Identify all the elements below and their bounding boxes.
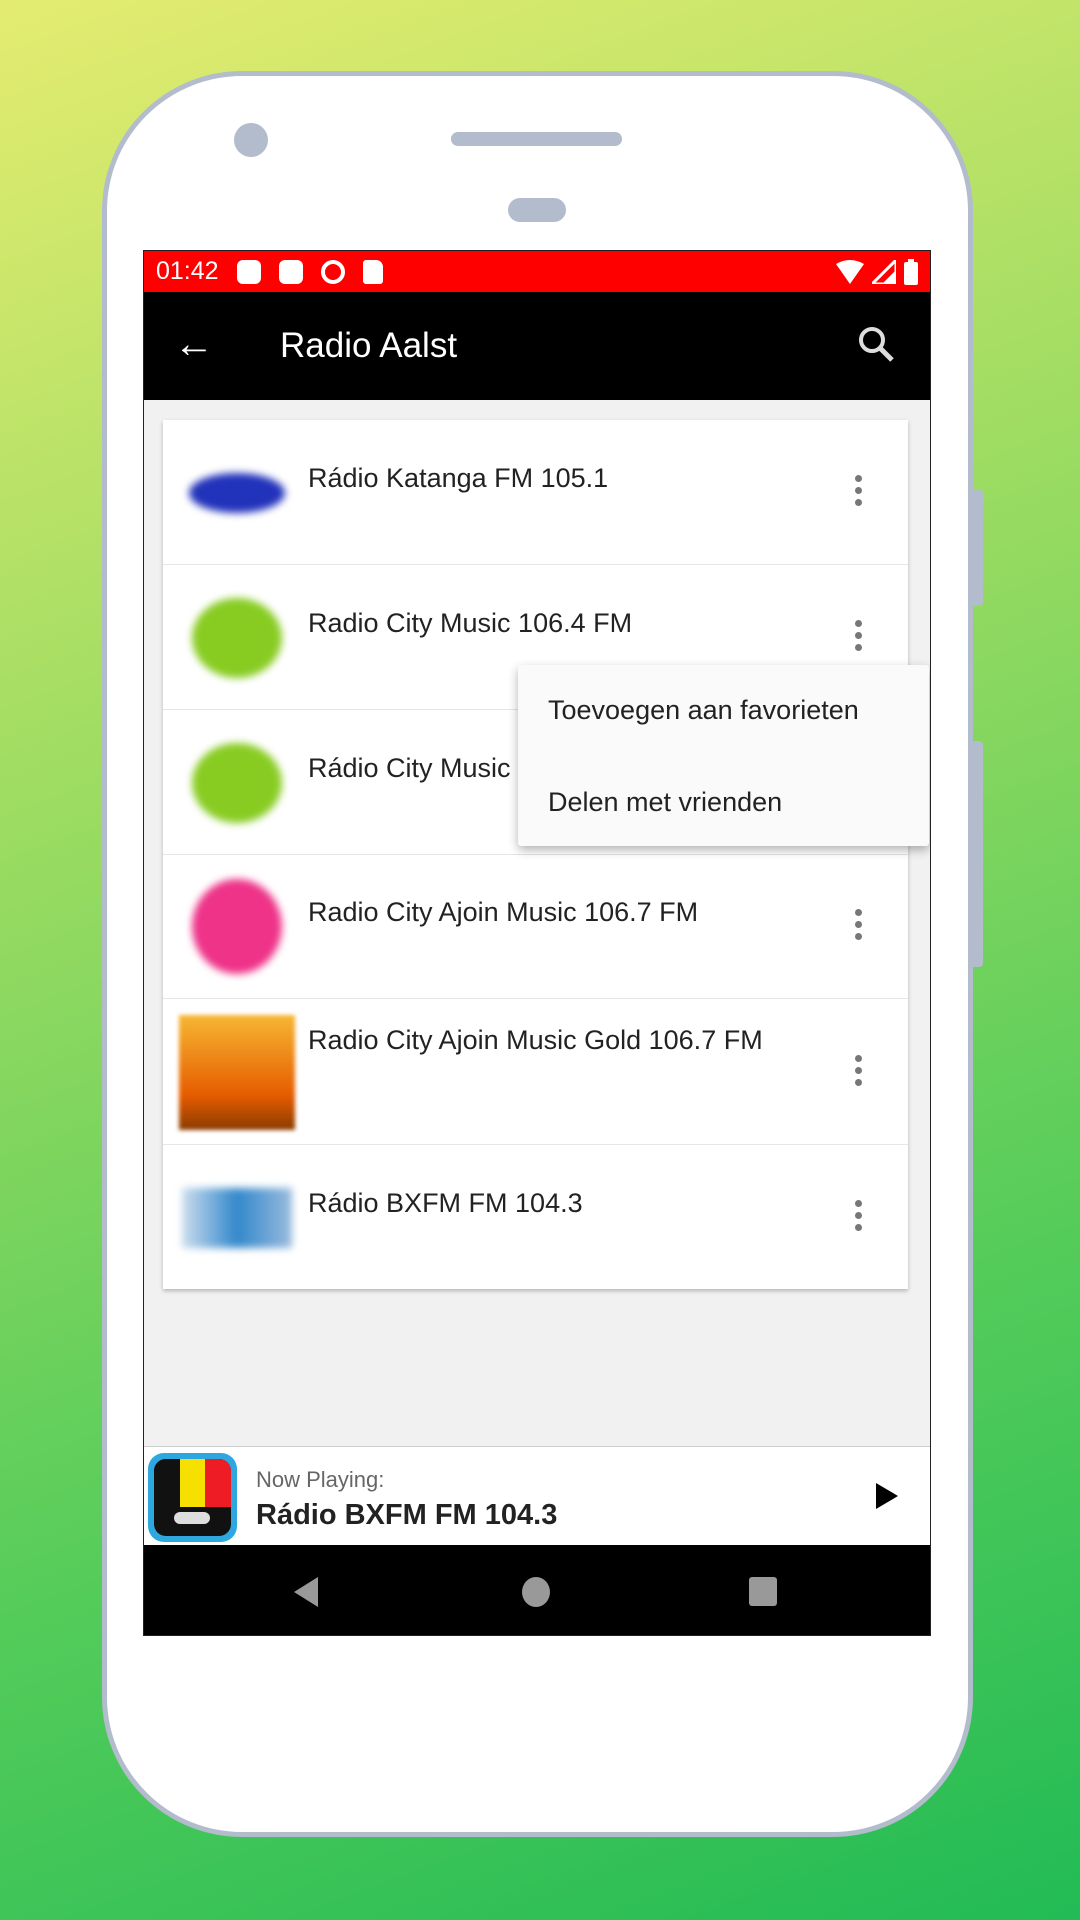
menu-item-share[interactable]: Delen met vrienden: [548, 787, 782, 818]
station-row[interactable]: Radio City Ajoin Music 106.7 FM: [163, 854, 908, 999]
app-toolbar: ← Radio Aalst: [144, 292, 930, 400]
now-playing-title: Rádio BXFM FM 104.3: [256, 1499, 558, 1531]
wifi-icon: [836, 259, 864, 284]
volume-button: [973, 490, 983, 606]
context-menu: Toevoegen aan favorieten Delen met vrien…: [518, 665, 929, 846]
station-row[interactable]: Radio City Ajoin Music Gold 106.7 FM: [163, 1000, 908, 1145]
notification-icon: [278, 259, 303, 284]
system-nav-bar: [144, 1545, 930, 1635]
speaker-grille: [451, 132, 622, 146]
menu-item-add-favorites[interactable]: Toevoegen aan favorieten: [548, 695, 859, 726]
station-name: Radio City Ajoin Music Gold 106.7 FM: [308, 1025, 763, 1055]
now-playing-bar[interactable]: Now Playing: Rádio BXFM FM 104.3: [144, 1446, 930, 1545]
more-options-icon[interactable]: [852, 1055, 864, 1086]
more-options-icon[interactable]: [852, 620, 864, 651]
station-logo: [179, 585, 295, 690]
station-name: Radio City Music 106.4 FM: [308, 608, 633, 638]
app-logo: [148, 1453, 237, 1542]
station-logo: [179, 874, 295, 979]
station-row[interactable]: Rádio Katanga FM 105.1: [163, 420, 908, 565]
arrow-back-icon[interactable]: ←: [174, 322, 214, 367]
station-logo: [179, 1165, 295, 1270]
more-options-icon[interactable]: [852, 909, 864, 940]
play-icon[interactable]: [876, 1483, 898, 1509]
station-name: Rádio Katanga FM 105.1: [308, 463, 609, 493]
station-name: Radio City Ajoin Music 106.7 FM: [308, 897, 699, 927]
sensor: [508, 198, 566, 222]
nav-recents-icon[interactable]: [749, 1577, 777, 1606]
nav-back-icon[interactable]: [294, 1577, 318, 1607]
status-time: 01:42: [156, 257, 219, 285]
station-logo: [179, 730, 295, 835]
more-options-icon[interactable]: [852, 1200, 864, 1231]
front-camera: [234, 123, 268, 157]
station-name: Rádio BXFM FM 104.3: [308, 1188, 583, 1218]
station-logo: [179, 440, 295, 545]
battery-icon: [904, 258, 918, 285]
sd-card-icon: [362, 259, 383, 284]
power-button: [973, 741, 983, 967]
signal-icon: [872, 259, 896, 284]
station-row[interactable]: Rádio BXFM FM 104.3: [163, 1145, 908, 1290]
station-logo: [179, 1015, 295, 1130]
status-bar: 01:42: [144, 251, 930, 292]
nav-home-icon[interactable]: [522, 1577, 550, 1607]
search-icon[interactable]: [856, 324, 896, 364]
now-playing-label: Now Playing:: [256, 1467, 385, 1492]
more-options-icon[interactable]: [852, 475, 864, 506]
page-title: Radio Aalst: [280, 326, 458, 365]
sync-icon: [320, 259, 345, 284]
station-list: Rádio Katanga FM 105.1 Radio City Music …: [163, 420, 908, 1289]
notification-icon: [236, 259, 261, 284]
screen: 01:42 ← Radio Aalst Rádio Katanga FM 105…: [143, 250, 931, 1636]
